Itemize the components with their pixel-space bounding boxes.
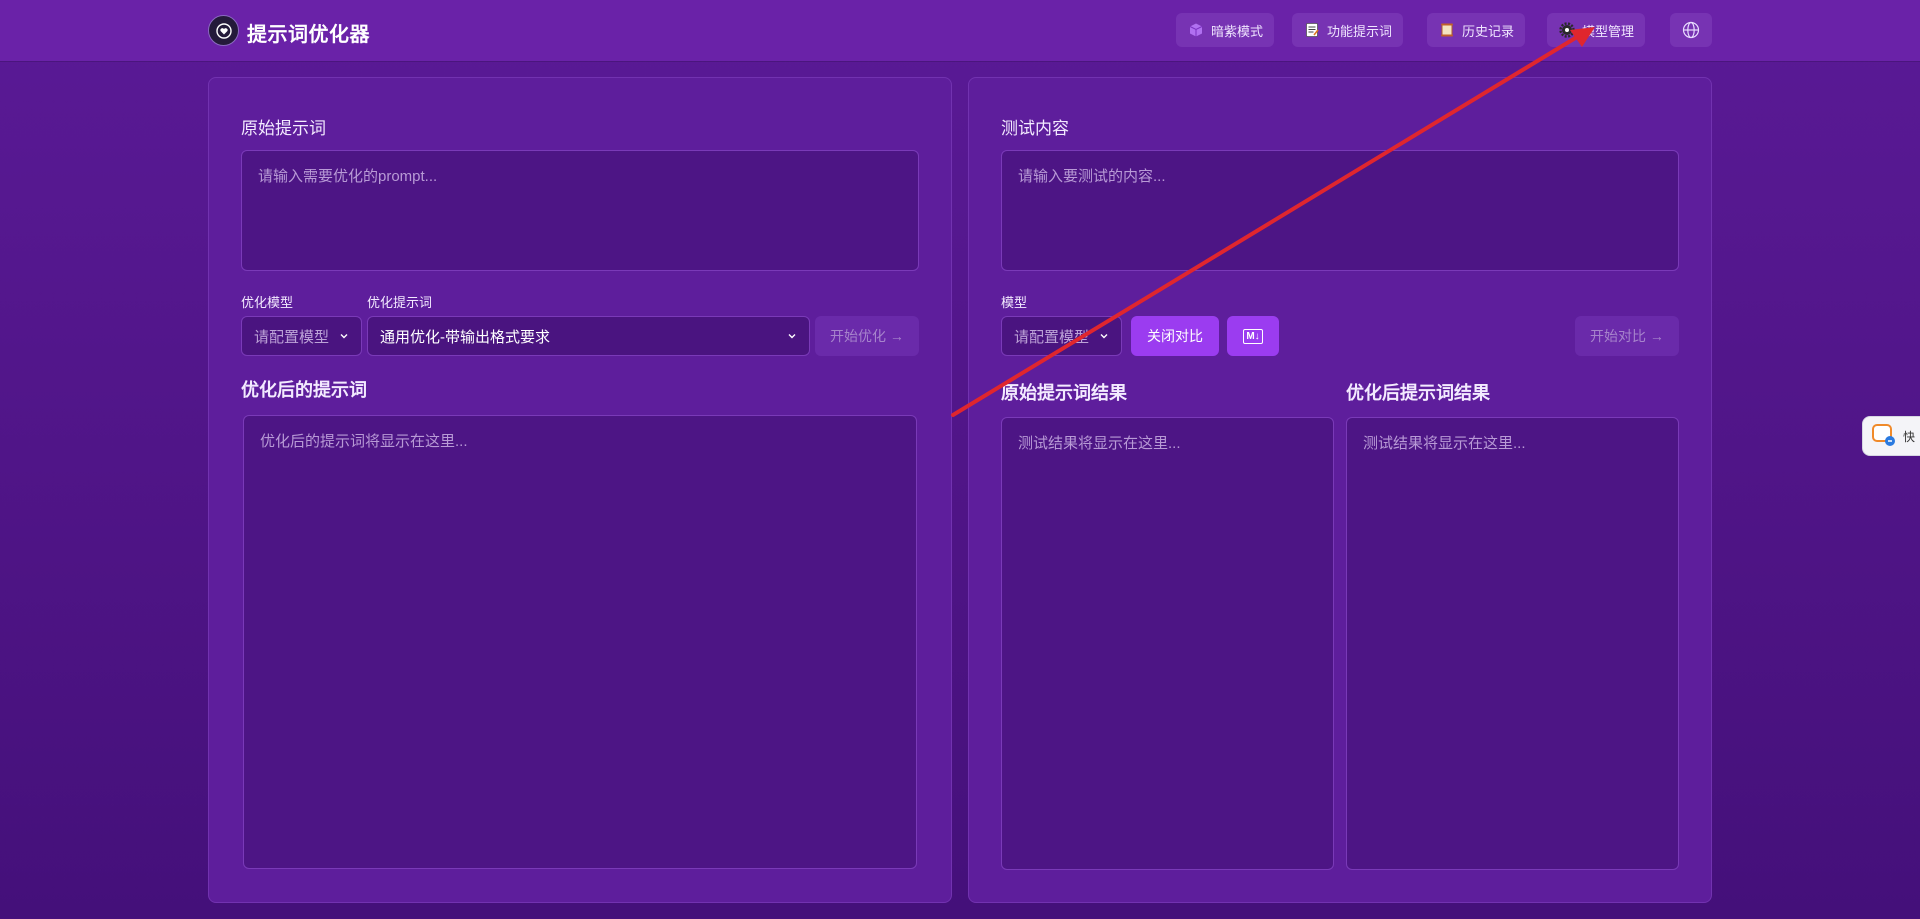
app-logo	[208, 15, 239, 46]
model-manage-button[interactable]: 模型管理	[1547, 13, 1646, 47]
markdown-icon: M↓	[1243, 328, 1263, 344]
optimized-result-label: 优化后提示词结果	[1346, 383, 1490, 403]
model-manage-label: 模型管理	[1582, 23, 1635, 39]
start-optimize-button[interactable]: 开始优化 →	[815, 316, 919, 356]
test-content-label: 测试内容	[1001, 119, 1069, 138]
optimize-prompt-select[interactable]: 通用优化-带输出格式要求	[367, 316, 810, 356]
heart-logo-icon	[215, 22, 232, 39]
markdown-toggle-button[interactable]: M↓	[1227, 316, 1279, 356]
chat-bubble-icon	[1871, 422, 1897, 451]
chevron-down-icon	[787, 328, 797, 345]
test-model-label: 模型	[1001, 295, 1028, 310]
optimized-prompt-output[interactable]: 优化后的提示词将显示在这里...	[243, 415, 917, 869]
optimize-prompt-value: 通用优化-带输出格式要求	[380, 328, 550, 346]
optimized-prompt-label: 优化后的提示词	[241, 380, 367, 400]
feature-prompts-button[interactable]: 功能提示词	[1292, 13, 1404, 47]
cube-icon	[1187, 21, 1205, 39]
test-content-input[interactable]: 请输入要测试的内容...	[1001, 150, 1679, 271]
original-result-output[interactable]: 测试结果将显示在这里...	[1001, 417, 1334, 870]
app-title: 提示词优化器	[247, 24, 370, 46]
history-button[interactable]: 历史记录	[1427, 13, 1526, 47]
scroll-icon	[1438, 21, 1456, 39]
original-prompt-input[interactable]: 请输入需要优化的prompt...	[241, 150, 919, 271]
memo-icon	[1303, 21, 1321, 39]
gear-icon	[1558, 21, 1576, 39]
optimized-result-output[interactable]: 测试结果将显示在这里...	[1346, 417, 1679, 870]
language-button[interactable]	[1670, 13, 1712, 47]
feature-prompts-label: 功能提示词	[1327, 23, 1393, 39]
side-widget-label: 快	[1903, 429, 1916, 444]
chevron-down-icon	[1099, 328, 1109, 345]
optimize-model-value: 请配置模型	[254, 328, 330, 346]
side-floating-widget[interactable]: 快	[1862, 416, 1920, 456]
test-model-select[interactable]: 请配置模型	[1001, 316, 1122, 356]
original-prompt-label: 原始提示词	[241, 119, 326, 138]
start-compare-button[interactable]: 开始对比 →	[1575, 316, 1679, 356]
optimize-model-label: 优化模型	[241, 295, 294, 310]
optimize-prompt-label: 优化提示词	[367, 295, 433, 310]
chevron-down-icon	[339, 328, 349, 345]
optimize-model-select[interactable]: 请配置模型	[241, 316, 362, 356]
test-model-value: 请配置模型	[1014, 328, 1090, 346]
original-result-label: 原始提示词结果	[1001, 383, 1127, 403]
close-compare-button[interactable]: 关闭对比	[1131, 316, 1219, 356]
history-label: 历史记录	[1462, 23, 1515, 39]
globe-icon	[1682, 21, 1700, 39]
dark-mode-label: 暗紫模式	[1211, 23, 1264, 39]
dark-mode-button[interactable]: 暗紫模式	[1176, 13, 1275, 47]
top-bar: 提示词优化器 暗紫模式 功能提示词 历史记录 模型管理	[0, 0, 1920, 61]
